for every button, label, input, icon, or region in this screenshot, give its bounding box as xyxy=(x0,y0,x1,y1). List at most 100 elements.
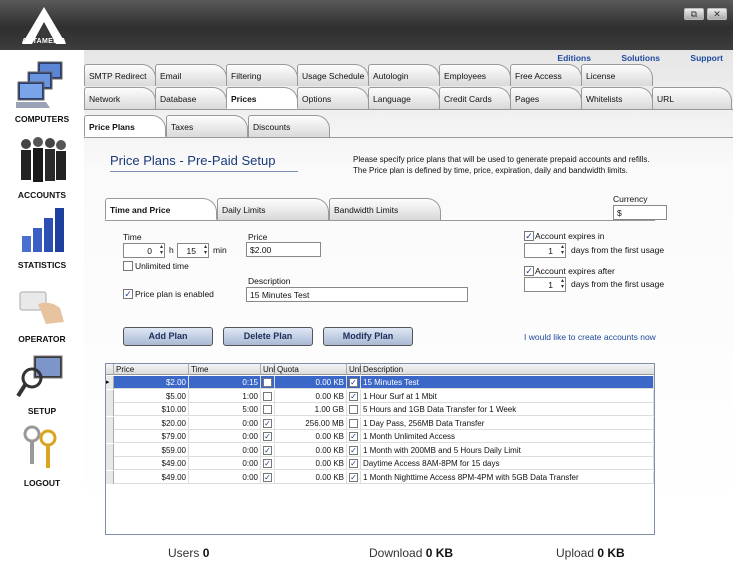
table-row[interactable]: $59.00 0:00 ✓ 0.00 KB ✓ 1 Month with 200MB an… xyxy=(106,443,654,457)
table-row[interactable]: $10.00 5:00 1.00 GB 5 Hours and 1GB Data Tr… xyxy=(106,403,654,416)
cell-unl-time-checkbox[interactable] xyxy=(263,378,272,387)
tab-whitelists[interactable]: Whitelists xyxy=(581,87,653,109)
cell-price: $5.00 xyxy=(114,389,189,403)
cell-price: $79.00 xyxy=(114,430,189,443)
tab-usage-schedule[interactable]: Usage Schedule xyxy=(297,64,369,86)
table-row[interactable]: $5.00 1:00 0.00 KB ✓ 1 Hour Surf at 1 Mbit xyxy=(106,389,654,403)
cell-unl-quota-checkbox[interactable]: ✓ xyxy=(349,378,358,387)
cell-unl-time-checkbox[interactable]: ✓ xyxy=(263,472,272,482)
tab-daily-limits[interactable]: Daily Limits xyxy=(217,198,329,220)
status-bar: Users 0 Download 0 KB Upload 0 KB xyxy=(105,540,733,565)
editions-link[interactable]: Editions xyxy=(557,53,591,63)
cell-unl-time-checkbox[interactable]: ✓ xyxy=(263,432,272,441)
sidebar-item-statistics[interactable]: STATISTICS xyxy=(0,204,84,270)
cell-unl-time-checkbox[interactable] xyxy=(263,405,272,414)
cell-unl-quota-checkbox[interactable]: ✓ xyxy=(349,432,358,441)
sidebar-item-computers[interactable]: COMPUTERS xyxy=(0,58,84,124)
col-quota[interactable]: Quota xyxy=(275,364,347,375)
tab-employees[interactable]: Employees xyxy=(439,64,511,86)
description-input[interactable]: 15 Minutes Test xyxy=(246,287,468,302)
cell-unl-time-checkbox[interactable] xyxy=(263,391,272,401)
tab-language[interactable]: Language xyxy=(368,87,440,109)
restore-button[interactable]: ⧉ xyxy=(684,8,704,20)
cell-unl-time xyxy=(261,403,275,416)
col-time[interactable]: Time xyxy=(189,364,261,375)
sidebar-item-accounts[interactable]: ACCOUNTS xyxy=(0,134,84,200)
support-link[interactable]: Support xyxy=(690,53,723,63)
close-button[interactable]: ✕ xyxy=(707,8,727,20)
currency-input[interactable]: $ xyxy=(613,205,667,220)
create-accounts-link[interactable]: I would like to create accounts now xyxy=(524,332,656,342)
cell-price: $10.00 xyxy=(114,403,189,416)
table-row[interactable]: $79.00 0:00 ✓ 0.00 KB ✓ 1 Month Unlimited Acc… xyxy=(106,430,654,443)
plan-enabled-checkbox[interactable]: ✓ xyxy=(123,289,133,299)
cell-unl-quota-checkbox[interactable] xyxy=(349,418,358,428)
modify-plan-button[interactable]: Modify Plan xyxy=(323,327,413,346)
delete-plan-button[interactable]: Delete Plan xyxy=(223,327,313,346)
col-unl-time[interactable]: Unl xyxy=(261,364,275,375)
cell-unl-time: ✓ xyxy=(261,457,275,470)
tab-pages[interactable]: Pages xyxy=(510,87,582,109)
tab-network[interactable]: Network xyxy=(84,87,156,109)
minutes-stepper[interactable]: 15 xyxy=(177,243,209,258)
tab-credit-cards[interactable]: Credit Cards xyxy=(439,87,511,109)
tab-options[interactable]: Options xyxy=(297,87,369,109)
sidebar-item-operator[interactable]: OPERATOR xyxy=(0,278,84,344)
cell-quota: 0.00 KB xyxy=(275,457,347,470)
tab-time-and-price[interactable]: Time and Price xyxy=(105,198,217,220)
tab-license[interactable]: License xyxy=(581,64,653,86)
expire-after-days-stepper[interactable]: 1 xyxy=(524,277,566,292)
price-plans-table: Price Time Unl Quota Unl Description ▸ $2… xyxy=(105,363,655,535)
cell-description: 1 Month Nighttime Access 8PM-4PM with 5G… xyxy=(361,470,654,484)
table-row[interactable]: $49.00 0:00 ✓ 0.00 KB ✓ 1 Month Nighttime Acc… xyxy=(106,470,654,484)
cell-unl-quota-checkbox[interactable]: ✓ xyxy=(349,472,358,482)
expire-after-checkbox[interactable]: ✓ xyxy=(524,266,534,276)
subtab-taxes[interactable]: Taxes xyxy=(166,115,248,137)
cell-price: $20.00 xyxy=(114,416,189,430)
col-price[interactable]: Price xyxy=(114,364,189,375)
cell-description: 1 Hour Surf at 1 Mbit xyxy=(361,389,654,403)
tab-bandwidth-limits[interactable]: Bandwidth Limits xyxy=(329,198,441,220)
time-label: Time xyxy=(123,232,142,242)
expire-checkbox[interactable]: ✓ xyxy=(524,231,534,241)
sidebar-label: STATISTICS xyxy=(17,260,67,270)
inner-tab-divider xyxy=(105,220,655,221)
tab-filtering[interactable]: Filtering xyxy=(226,64,298,86)
col-description[interactable]: Description xyxy=(361,364,654,375)
cell-unl-quota-checkbox[interactable]: ✓ xyxy=(349,391,358,401)
add-plan-button[interactable]: Add Plan xyxy=(123,327,213,346)
tab-email[interactable]: Email xyxy=(155,64,227,86)
tab-free-access[interactable]: Free Access xyxy=(510,64,582,86)
cell-unl-time-checkbox[interactable]: ✓ xyxy=(263,445,272,455)
cell-quota: 256.00 MB xyxy=(275,416,347,430)
table-row[interactable]: $20.00 0:00 ✓ 256.00 MB 1 Day Pass, 256MB Da… xyxy=(106,416,654,430)
hours-stepper[interactable]: 0 xyxy=(123,243,165,258)
cell-unl-quota-checkbox[interactable]: ✓ xyxy=(349,459,358,468)
cell-unl-quota-checkbox[interactable] xyxy=(349,405,358,414)
tab-autologin[interactable]: Autologin xyxy=(368,64,440,86)
tab-url[interactable]: URL xyxy=(652,87,732,109)
solutions-link[interactable]: Solutions xyxy=(621,53,660,63)
table-row[interactable]: $49.00 0:00 ✓ 0.00 KB ✓ Daytime Access 8AM-8P… xyxy=(106,457,654,470)
cell-unl-time-checkbox[interactable]: ✓ xyxy=(263,459,272,468)
table-row[interactable]: ▸ $2.00 0:15 0.00 KB ✓ 15 Minutes Test xyxy=(106,376,654,389)
expire-days-stepper[interactable]: 1 xyxy=(524,243,566,258)
row-indicator xyxy=(106,403,114,416)
sidebar-label: LOGOUT xyxy=(23,478,61,488)
sidebar-item-logout[interactable]: LOGOUT xyxy=(0,422,84,488)
cell-unl-time-checkbox[interactable]: ✓ xyxy=(263,418,272,428)
tab-prices[interactable]: Prices xyxy=(226,87,298,109)
tab-smtp-redirect[interactable]: SMTP Redirect xyxy=(84,64,156,86)
download-label: Download xyxy=(369,546,423,560)
col-unl-quota[interactable]: Unl xyxy=(347,364,361,375)
unlimited-time-checkbox[interactable] xyxy=(123,261,133,271)
sidebar-item-setup[interactable]: SETUP xyxy=(0,350,84,416)
tab-database[interactable]: Database xyxy=(155,87,227,109)
subtab-price-plans[interactable]: Price Plans xyxy=(84,115,166,137)
cell-unl-quota-checkbox[interactable]: ✓ xyxy=(349,445,358,455)
row-indicator xyxy=(106,416,114,430)
price-input[interactable]: $2.00 xyxy=(246,242,321,257)
upload-label: Upload xyxy=(556,546,595,560)
subtab-discounts[interactable]: Discounts xyxy=(248,115,330,137)
download-status: Download 0 KB xyxy=(369,546,453,560)
